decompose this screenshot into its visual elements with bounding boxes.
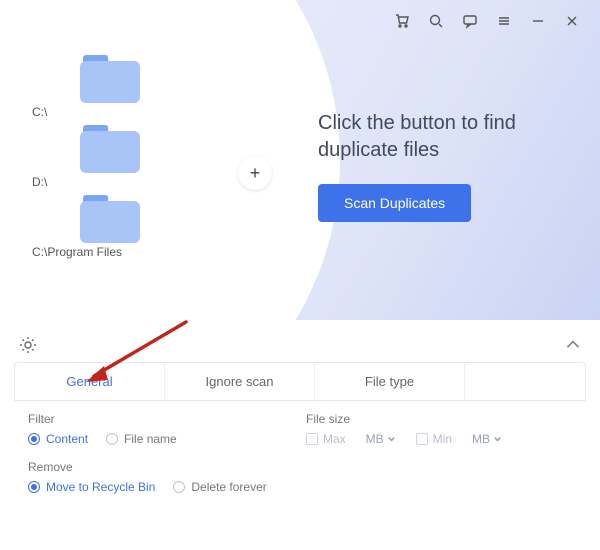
filesize-max-unit[interactable]: MB [366,432,396,446]
settings-tabs: General Ignore scan File type [14,362,586,401]
tab-ignore-scan[interactable]: Ignore scan [165,363,315,400]
filesize-min-checkbox[interactable]: Min [416,432,452,446]
filesize-min-unit[interactable]: MB [472,432,502,446]
folder-item[interactable]: C:\Program Files [30,195,140,259]
menu-icon[interactable] [496,13,512,29]
tab-general[interactable]: General [15,363,165,400]
cta-headline: Click the button to find duplicate files [318,110,580,164]
chevron-up-icon[interactable] [564,336,582,354]
cart-icon[interactable] [394,13,410,29]
folder-icon [80,125,140,173]
search-icon[interactable] [428,13,444,29]
filter-title: Filter [28,412,288,426]
app-window: C:\ D:\ C:\Program Files + Click the but… [0,0,600,550]
settings-panel: Filter Content File name File size Max M… [14,402,586,544]
filesize-max-checkbox[interactable]: Max [306,432,346,446]
cta-block: Click the button to find duplicate files… [318,110,580,222]
close-icon[interactable] [564,13,580,29]
filter-content-radio[interactable]: Content [28,432,88,446]
settings-toolbar [18,330,582,360]
remove-recycle-radio[interactable]: Move to Recycle Bin [28,480,155,494]
scan-duplicates-button[interactable]: Scan Duplicates [318,184,471,222]
folder-label: D:\ [32,175,47,189]
folder-label: C:\Program Files [32,245,122,259]
folder-label: C:\ [32,105,47,119]
remove-delete-radio[interactable]: Delete forever [173,480,266,494]
hero-area: C:\ D:\ C:\Program Files + Click the but… [0,0,600,320]
gear-icon[interactable] [18,335,38,355]
folder-icon [80,55,140,103]
folder-icon [80,195,140,243]
plus-icon: + [250,163,261,184]
minimize-icon[interactable] [530,13,546,29]
filter-filename-radio[interactable]: File name [106,432,177,446]
titlebar [394,0,590,36]
folder-list: C:\ D:\ C:\Program Files [30,55,140,259]
folder-item[interactable]: D:\ [30,125,140,189]
filesize-title: File size [306,412,572,426]
remove-title: Remove [28,460,572,474]
tab-file-type[interactable]: File type [315,363,465,400]
add-folder-button[interactable]: + [238,156,272,190]
feedback-icon[interactable] [462,13,478,29]
folder-item[interactable]: C:\ [30,55,140,119]
